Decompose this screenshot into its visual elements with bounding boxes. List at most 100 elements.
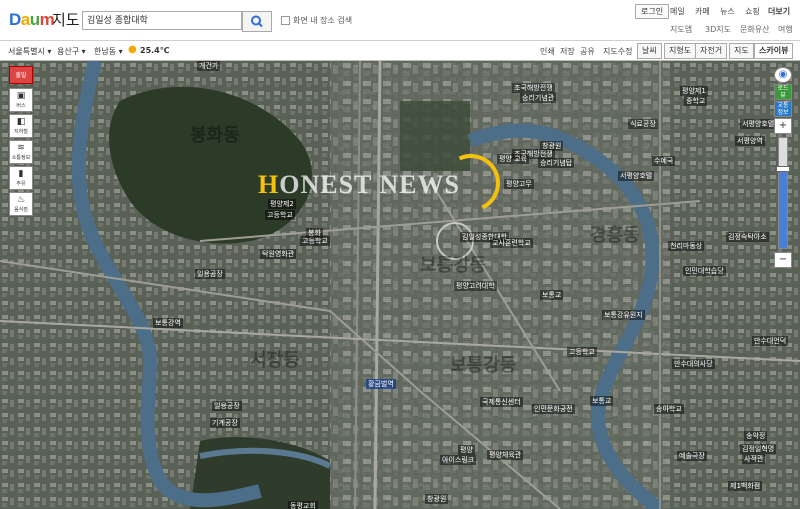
sub-link-3d-map[interactable]: 3D지도 (705, 24, 731, 35)
zoom-slider[interactable] (776, 137, 790, 249)
zoom-out-button[interactable]: − (774, 252, 792, 268)
bus-icon: ▣ (16, 91, 26, 101)
top-link-cafe[interactable]: 카페 (695, 6, 710, 17)
map-poi-label[interactable]: 송아학교 (654, 404, 684, 414)
header: Daum 지도 김일성 종합대학 화면 내 장소 검색 로그인 메일 카페 뉴스… (0, 0, 800, 41)
crumb-district[interactable]: 용산구 ▾ (57, 46, 86, 57)
map-poi-label[interactable]: 식료공장 (628, 119, 658, 129)
map-poi-label[interactable]: 봉화 (306, 228, 323, 238)
map-poi-label[interactable]: 서평양호텔 (618, 171, 655, 181)
start-button[interactable]: 출발 (9, 66, 33, 84)
traffic-button[interactable]: ≋ 소통정보 (9, 140, 33, 164)
sub-link-travel[interactable]: 여행 (778, 24, 793, 35)
top-link-shopping[interactable]: 쇼핑 (745, 6, 760, 17)
crumb-city[interactable]: 서울특별시 ▾ (8, 46, 51, 57)
map-poi-label[interactable]: 고등학교 (265, 210, 295, 220)
subway-button[interactable]: ◧ 지하철 (9, 114, 33, 138)
daum-logo[interactable]: Daum (9, 10, 55, 30)
print-button[interactable]: 인쇄 (540, 46, 555, 57)
terrain-layer-button[interactable]: 지형도 (664, 43, 697, 59)
map-poi-label[interactable]: 탁원영화관 (260, 249, 297, 259)
bus-button[interactable]: ▣ 버스 (9, 88, 33, 112)
map-type-map-button[interactable]: 지도 (729, 43, 754, 59)
map-poi-label[interactable]: 기계공장 (210, 418, 240, 428)
map-poi-label[interactable]: 평양체육관 (487, 450, 524, 460)
map-type-skyview-button[interactable]: 스카이뷰 (754, 43, 794, 59)
map-poi-label[interactable]: 만수대언덕 (752, 336, 789, 346)
map-poi-label[interactable]: 보통강유원지 (602, 310, 645, 320)
top-link-news[interactable]: 뉴스 (720, 6, 735, 17)
map-poi-label[interactable]: 사적관 (742, 454, 766, 464)
crumb-dong[interactable]: 한남동 ▾ (94, 46, 123, 57)
save-button[interactable]: 저장 (560, 46, 575, 57)
top-link-more[interactable]: 더보기 (768, 6, 790, 17)
roadview-button[interactable]: 로드뷰 (774, 84, 792, 100)
top-link-mail[interactable]: 메일 (670, 6, 685, 17)
traffic-icon: ≋ (17, 143, 25, 153)
map-poi-label[interactable]: 보통교 (590, 396, 614, 406)
map-poi-label[interactable]: 교사훈련학교 (490, 238, 533, 248)
map-poi-label[interactable]: 황금벌역 (366, 379, 396, 389)
map-poi-label[interactable]: 송악정 (744, 431, 768, 441)
map-poi-label[interactable]: 서평양호텔 (740, 119, 777, 129)
share-button[interactable]: 공유 (580, 46, 595, 57)
bicycle-layer-button[interactable]: 자전거 (695, 43, 728, 59)
map-poi-label[interactable]: 평양고무 (504, 179, 534, 189)
subway-icon: ◧ (16, 117, 26, 127)
search-icon (251, 15, 263, 28)
zoom-level-fill (779, 168, 787, 248)
map-poi-label[interactable]: 평양 교육 (497, 154, 529, 164)
map-poi-label[interactable]: 승리기념관 (520, 93, 557, 103)
map-poi-label[interactable]: 김정일혁명 (740, 444, 777, 454)
map-poi-label[interactable]: 김정숙탁아소 (726, 232, 769, 242)
map-poi-label[interactable]: 평양제2 (268, 199, 296, 209)
satellite-imagery (0, 61, 800, 509)
weather-layer-button[interactable]: 날씨 (637, 43, 662, 59)
district-label: 보통강동 (450, 355, 517, 376)
map-poi-label[interactable]: 보통교 (540, 290, 564, 300)
map-poi-label[interactable]: 일용공장 (195, 269, 225, 279)
search-button[interactable] (242, 11, 272, 32)
map-poi-label[interactable]: 평양 (458, 445, 475, 455)
map-poi-label[interactable]: 인민문화궁전 (532, 404, 575, 414)
map-poi-label[interactable]: 조국해방전쟁 (512, 83, 555, 93)
in-screen-search-checkbox[interactable] (281, 16, 290, 25)
map-poi-label[interactable]: 평양고려대학 (454, 281, 497, 291)
edit-map-button[interactable]: 지도수정 (603, 46, 632, 57)
login-button[interactable]: 로그인 (635, 4, 670, 19)
map-poi-label[interactable]: 아이스링크 (440, 455, 477, 465)
map-poi-label[interactable]: 창광원 (425, 494, 449, 504)
map-poi-label[interactable]: 수예국 (652, 156, 676, 166)
restaurant-button[interactable]: ♨ 음식점 (9, 192, 33, 216)
district-label: 서장동 (250, 350, 300, 371)
zoom-in-button[interactable]: + (774, 118, 792, 134)
map-poi-label[interactable]: 고등학교 (567, 347, 597, 357)
service-title[interactable]: 지도 (52, 9, 80, 30)
map-poi-label[interactable]: 동평교회 (288, 501, 318, 509)
map-poi-label[interactable]: 서평양역 (735, 136, 765, 146)
satellite-map[interactable]: 봉화동 보통강동 서장동 보통강동 경흥동 조국해방전쟁 승리기념관 창광원 조국해방… (0, 61, 800, 509)
restaurant-icon: ♨ (16, 195, 26, 205)
map-poi-label[interactable]: 보통강역 (153, 318, 183, 328)
map-poi-label[interactable]: 예술극장 (677, 451, 707, 461)
map-poi-label[interactable]: 만수대의사당 (672, 359, 715, 369)
temperature: 25.4℃ (140, 46, 170, 55)
map-poi-label[interactable]: 일용공장 (212, 401, 242, 411)
map-poi-label[interactable]: 천리마동상 (668, 241, 705, 251)
map-poi-label[interactable]: 승리기념탑 (538, 158, 575, 168)
search-input[interactable]: 김일성 종합대학 (82, 11, 242, 30)
compass-icon[interactable]: ◉ (774, 67, 792, 83)
map-poi-label[interactable]: 중학교 (684, 96, 708, 106)
map-poi-label[interactable]: 개건가 (197, 61, 221, 71)
zoom-slider-handle[interactable] (776, 165, 790, 172)
district-label: 보통강동 (420, 255, 487, 276)
zoom-control: ◉ 로드뷰 교통정보 + − (772, 66, 794, 269)
map-poi-label[interactable]: 인민대학습당 (683, 266, 726, 276)
map-poi-label[interactable]: 제1백화점 (728, 481, 763, 491)
map-poi-label[interactable]: 평양제1 (680, 86, 708, 96)
sub-link-heritage[interactable]: 문화유산 (740, 24, 769, 35)
fuel-button[interactable]: ▮ 주유 (9, 166, 33, 190)
map-poi-label[interactable]: 국제통신센터 (480, 397, 523, 407)
sub-link-map-app[interactable]: 지도앱 (670, 24, 692, 35)
traffic-info-button[interactable]: 교통정보 (774, 101, 792, 117)
